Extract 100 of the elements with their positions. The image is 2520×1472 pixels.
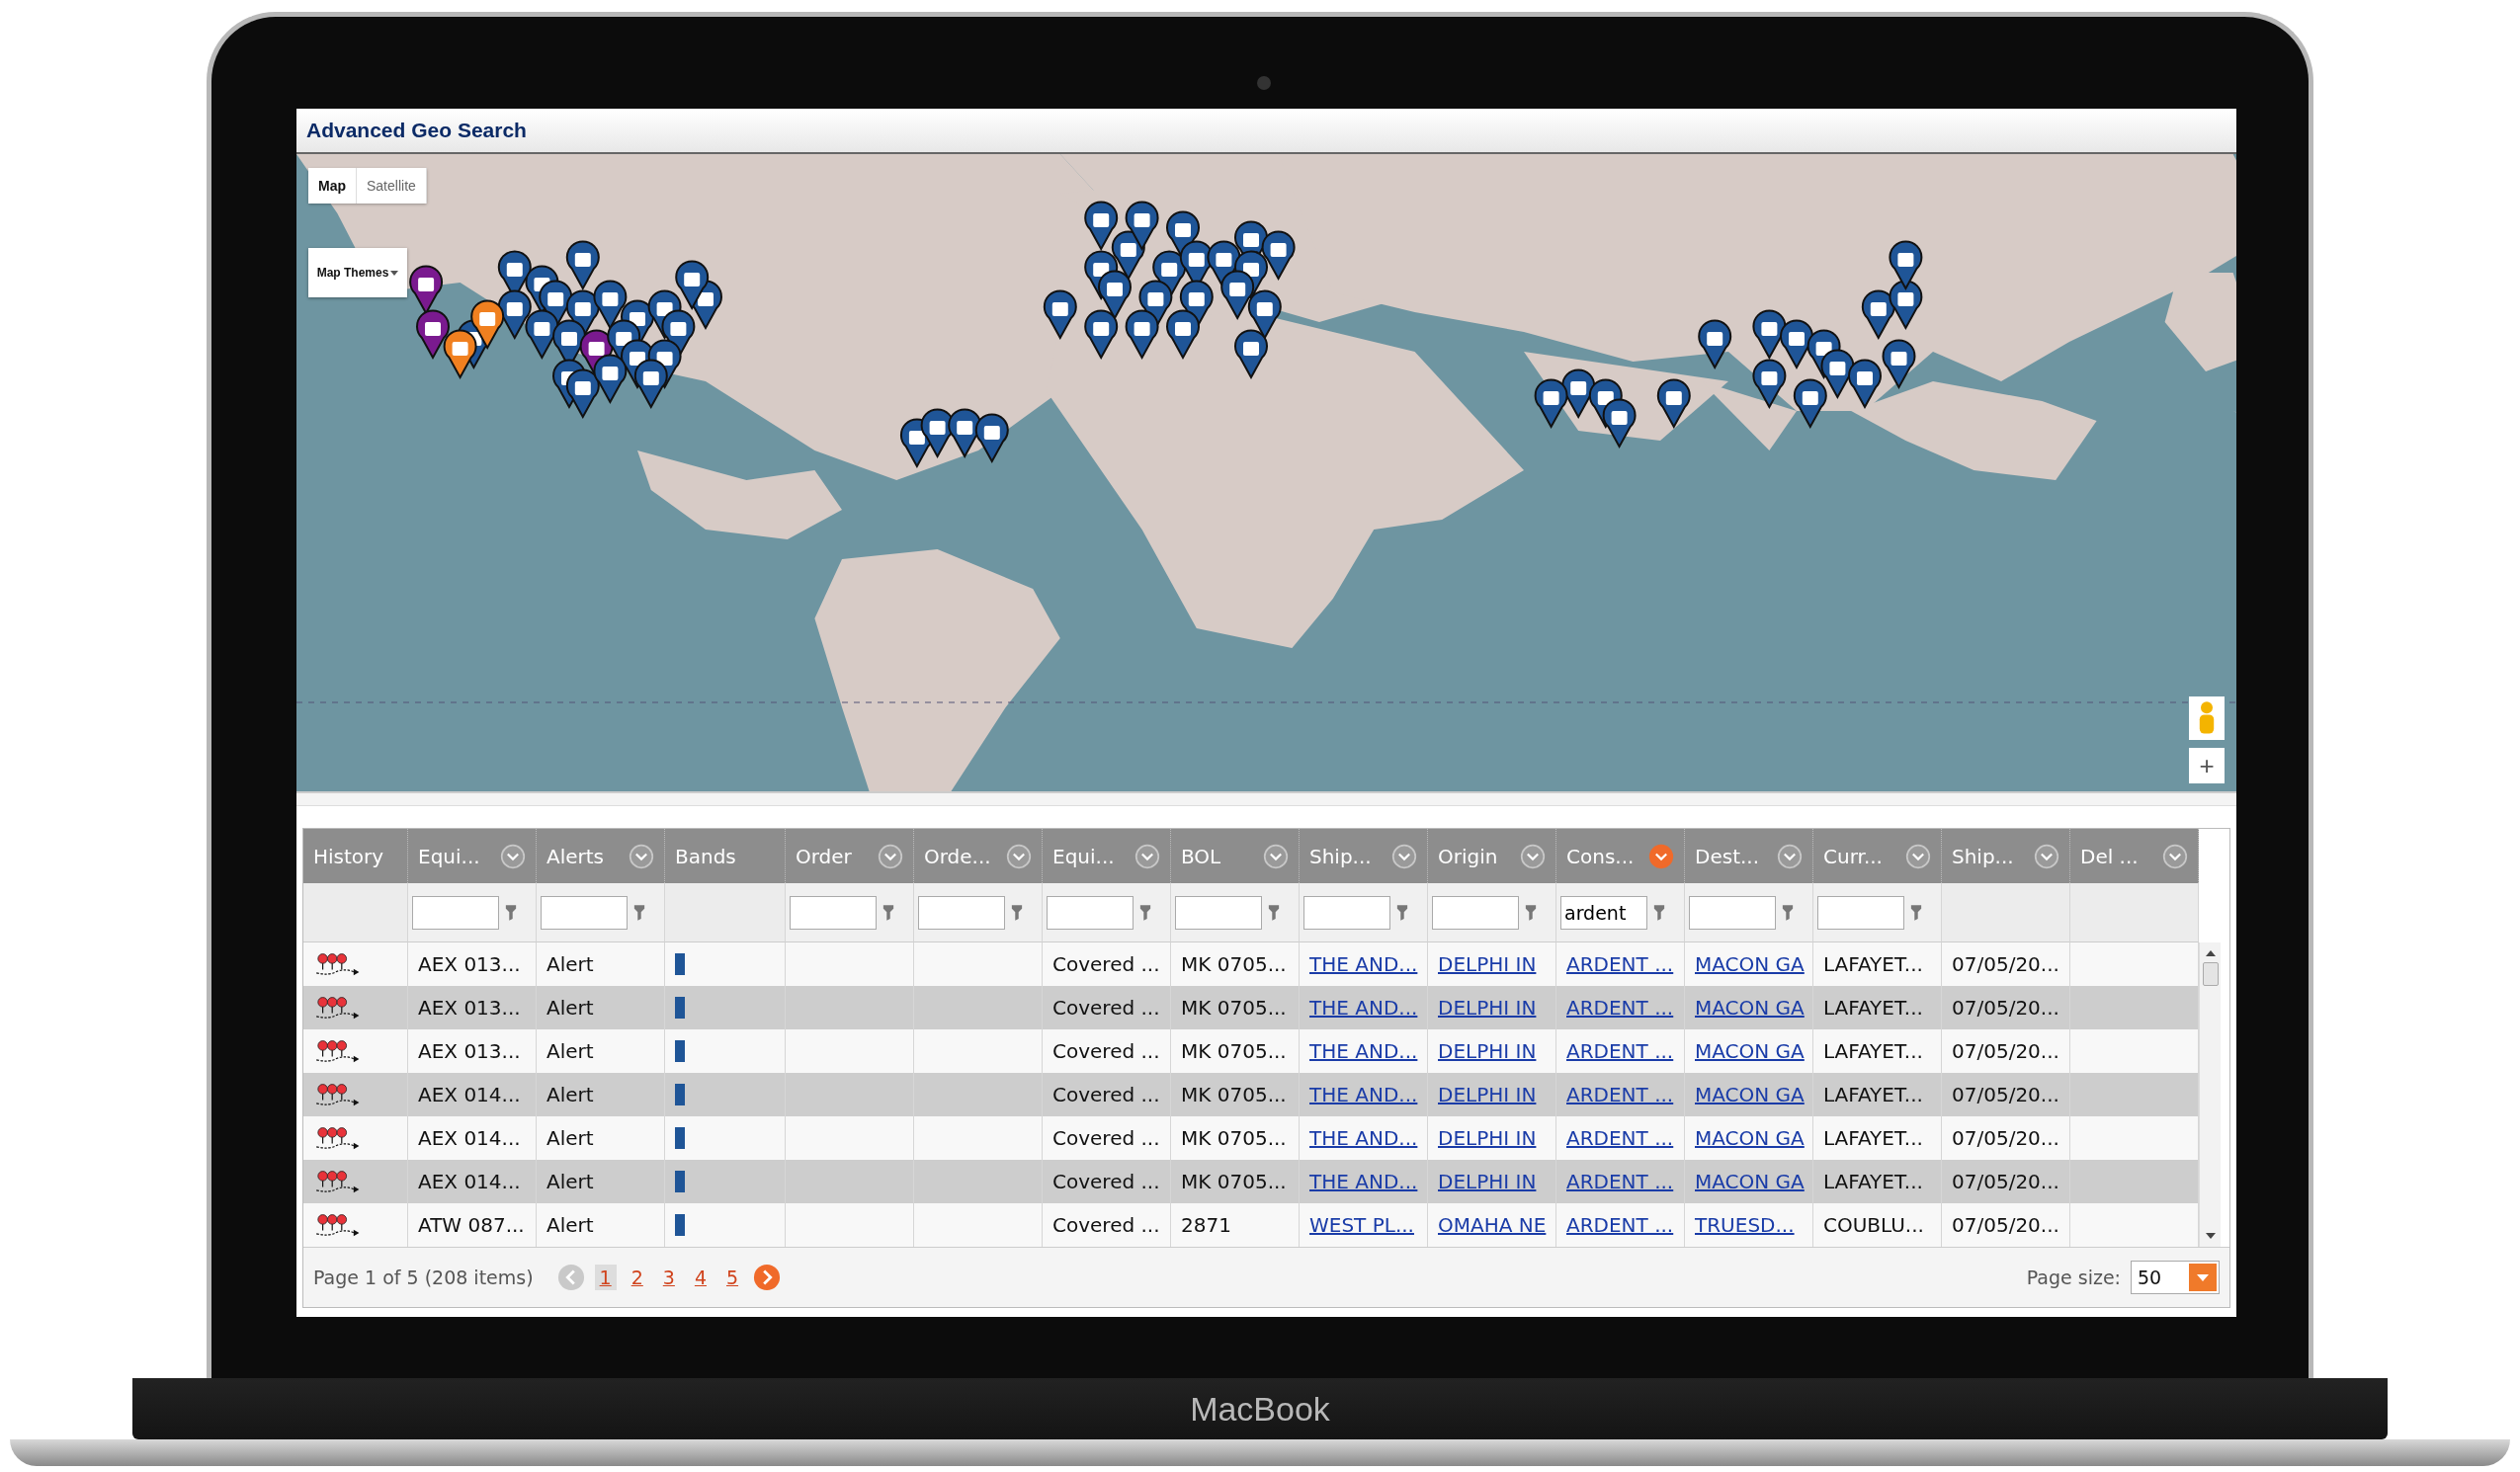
- person-icon[interactable]: [2189, 696, 2225, 740]
- column-header[interactable]: Dest...: [1685, 829, 1813, 883]
- filter-icon[interactable]: [633, 903, 645, 922]
- column-header[interactable]: Order: [786, 829, 914, 883]
- cell-link[interactable]: THE AND...: [1309, 952, 1418, 976]
- route-history-icon[interactable]: [313, 995, 361, 1021]
- filter-icon[interactable]: [1396, 903, 1408, 922]
- cell-link[interactable]: ARDENT ...: [1566, 1170, 1674, 1193]
- page-link[interactable]: 1: [594, 1265, 617, 1290]
- cell-link[interactable]: THE AND...: [1309, 1170, 1418, 1193]
- filter-icon[interactable]: [505, 903, 517, 922]
- route-history-icon[interactable]: [313, 951, 361, 977]
- map-type-tab[interactable]: Satellite: [357, 168, 427, 204]
- column-header[interactable]: Bands: [665, 829, 786, 883]
- filter-input[interactable]: [918, 895, 1005, 930]
- column-header[interactable]: Equi...: [1043, 829, 1171, 883]
- vertical-scrollbar[interactable]: [2199, 942, 2221, 1247]
- filter-input[interactable]: ardent: [1560, 895, 1647, 930]
- filter-input[interactable]: [1817, 895, 1904, 930]
- column-header[interactable]: Del ...: [2070, 829, 2199, 883]
- table-row[interactable]: AEX 013... Alert Covered ... MK 0705... THE AND... DELPHI IN ARDENT ... MACON GA LAFAYET... 07/05/20...: [303, 986, 2199, 1029]
- scroll-up-icon[interactable]: [2205, 950, 2216, 956]
- page-link[interactable]: 3: [657, 1265, 680, 1290]
- column-header[interactable]: Equi...: [408, 829, 537, 883]
- cell-link[interactable]: DELPHI IN: [1438, 1039, 1537, 1063]
- cell-link[interactable]: MACON GA: [1695, 1083, 1805, 1106]
- cell-link[interactable]: DELPHI IN: [1438, 1126, 1537, 1150]
- filter-input[interactable]: [1047, 895, 1134, 930]
- column-header[interactable]: Orde...: [914, 829, 1043, 883]
- chevron-icon[interactable]: [500, 843, 526, 869]
- previous-page-icon[interactable]: [556, 1264, 585, 1291]
- cell-link[interactable]: ARDENT ...: [1566, 1039, 1674, 1063]
- filter-icon[interactable]: [1525, 903, 1537, 922]
- scroll-down-icon[interactable]: [2205, 1233, 2216, 1239]
- cell-link[interactable]: THE AND...: [1309, 1039, 1418, 1063]
- chevron-icon[interactable]: [1134, 843, 1160, 869]
- column-header[interactable]: Curr...: [1813, 829, 1942, 883]
- filter-input[interactable]: [541, 895, 628, 930]
- filter-input[interactable]: [412, 895, 499, 930]
- table-row[interactable]: AEX 014... Alert Covered ... MK 0705... THE AND... DELPHI IN ARDENT ... MACON GA LAFAYET... 07/05/20...: [303, 1116, 2199, 1160]
- cell-link[interactable]: ARDENT ...: [1566, 1213, 1674, 1237]
- filter-input[interactable]: [1303, 895, 1390, 930]
- column-header[interactable]: Ship...: [1300, 829, 1428, 883]
- table-row[interactable]: AEX 013... Alert Covered ... MK 0705... THE AND... DELPHI IN ARDENT ... MACON GA LAFAYET... 07/05/20...: [303, 942, 2199, 986]
- route-history-icon[interactable]: [313, 1125, 361, 1151]
- route-history-icon[interactable]: [313, 1212, 361, 1238]
- map-type-tab[interactable]: Map: [308, 168, 357, 204]
- column-header[interactable]: History: [303, 829, 408, 883]
- cell-link[interactable]: MACON GA: [1695, 952, 1805, 976]
- filtered-chevron-icon[interactable]: [1648, 843, 1674, 869]
- table-row[interactable]: AEX 014... Alert Covered ... MK 0705... THE AND... DELPHI IN ARDENT ... MACON GA LAFAYET... 07/05/20...: [303, 1073, 2199, 1116]
- route-history-icon[interactable]: [313, 1082, 361, 1107]
- chevron-icon[interactable]: [1391, 843, 1417, 869]
- cell-link[interactable]: DELPHI IN: [1438, 1170, 1537, 1193]
- scrollbar-thumb[interactable]: [2202, 962, 2219, 986]
- table-row[interactable]: AEX 014... Alert Covered ... MK 0705... THE AND... DELPHI IN ARDENT ... MACON GA LAFAYET... 07/05/20...: [303, 1160, 2199, 1203]
- column-header[interactable]: Ship...: [1942, 829, 2070, 883]
- cell-link[interactable]: MACON GA: [1695, 996, 1805, 1020]
- chevron-icon[interactable]: [1905, 843, 1931, 869]
- column-header[interactable]: BOL: [1171, 829, 1300, 883]
- column-header[interactable]: Alerts: [537, 829, 665, 883]
- chevron-icon[interactable]: [2162, 843, 2188, 869]
- chevron-icon[interactable]: [1263, 843, 1289, 869]
- chevron-icon[interactable]: [1777, 843, 1803, 869]
- cell-link[interactable]: THE AND...: [1309, 996, 1418, 1020]
- route-history-icon[interactable]: [313, 1169, 361, 1194]
- filter-icon[interactable]: [1910, 903, 1922, 922]
- column-header[interactable]: Cons...: [1556, 829, 1685, 883]
- column-header[interactable]: Origin: [1428, 829, 1556, 883]
- table-row[interactable]: ATW 087... Alert Covered ... 2871 WEST PL... OMAHA NE ARDENT ... TRUESD... COUBLU... 07/05/20...: [303, 1203, 2199, 1247]
- page-link[interactable]: 2: [626, 1265, 648, 1290]
- page-link[interactable]: 5: [721, 1265, 744, 1290]
- cell-link[interactable]: MACON GA: [1695, 1126, 1805, 1150]
- chevron-icon[interactable]: [878, 843, 903, 869]
- cell-link[interactable]: TRUESD...: [1695, 1213, 1795, 1237]
- route-history-icon[interactable]: [313, 1038, 361, 1064]
- zoom-in-button[interactable]: +: [2189, 748, 2225, 783]
- cell-link[interactable]: WEST PL...: [1309, 1213, 1414, 1237]
- filter-icon[interactable]: [1782, 903, 1794, 922]
- cell-link[interactable]: MACON GA: [1695, 1039, 1805, 1063]
- page-link[interactable]: 4: [689, 1265, 712, 1290]
- map-themes-dropdown[interactable]: Map Themes: [308, 248, 407, 297]
- cell-link[interactable]: DELPHI IN: [1438, 1083, 1537, 1106]
- next-page-icon[interactable]: [753, 1264, 782, 1291]
- filter-input[interactable]: [790, 895, 877, 930]
- filter-input[interactable]: [1432, 895, 1519, 930]
- chevron-icon[interactable]: [1006, 843, 1032, 869]
- chevron-icon[interactable]: [1520, 843, 1546, 869]
- cell-link[interactable]: OMAHA NE: [1438, 1213, 1547, 1237]
- cell-link[interactable]: THE AND...: [1309, 1083, 1418, 1106]
- filter-icon[interactable]: [1011, 903, 1023, 922]
- cell-link[interactable]: MACON GA: [1695, 1170, 1805, 1193]
- chevron-icon[interactable]: [2034, 843, 2059, 869]
- filter-icon[interactable]: [1653, 903, 1665, 922]
- filter-input[interactable]: [1689, 895, 1776, 930]
- cell-link[interactable]: DELPHI IN: [1438, 996, 1537, 1020]
- table-row[interactable]: AEX 013... Alert Covered ... MK 0705... THE AND... DELPHI IN ARDENT ... MACON GA LAFAYET... 07/05/20...: [303, 1029, 2199, 1073]
- filter-input[interactable]: [1175, 895, 1262, 930]
- cell-link[interactable]: ARDENT ...: [1566, 952, 1674, 976]
- cell-link[interactable]: ARDENT ...: [1566, 1126, 1674, 1150]
